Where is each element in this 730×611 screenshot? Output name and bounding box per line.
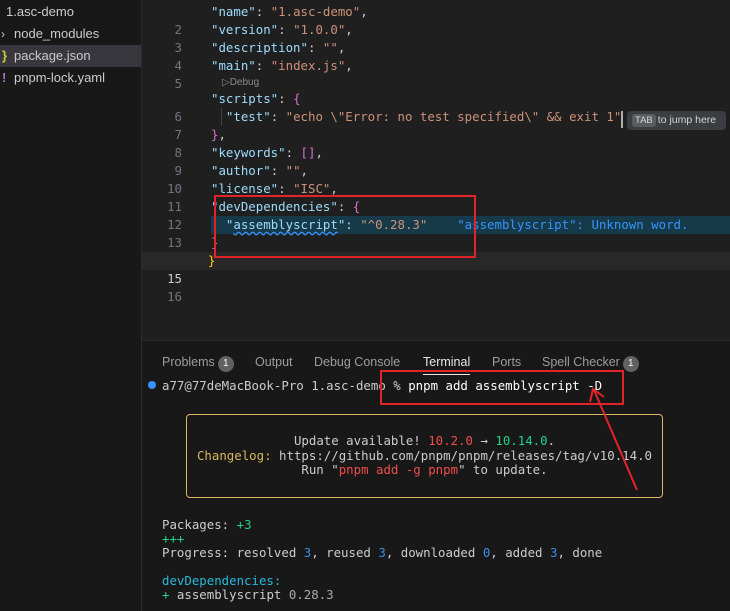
code-line[interactable]: 2 "name": "1.asc-demo", — [142, 3, 730, 37]
code-line[interactable]: 10 "author": "", — [142, 162, 730, 196]
code-line[interactable]: 4 "description": "", — [142, 39, 730, 73]
code-line[interactable]: 16 — [142, 270, 730, 304]
problems-count-badge: 1 — [217, 356, 234, 372]
tab-output[interactable]: Output — [255, 353, 293, 375]
annotation-arrow — [589, 387, 638, 491]
added-dependency-line: + assemblyscript 0.28.3 — [162, 587, 334, 602]
json-file-icon: } — [2, 48, 8, 63]
command-status-dot — [148, 381, 156, 389]
line-number: 16 — [167, 289, 182, 304]
line-text: "description": "", — [211, 40, 346, 55]
tree-item-label: pnpm-lock.yaml — [14, 70, 106, 85]
text-cursor — [621, 111, 623, 128]
progress-line: Progress: resolved 3, reused 3, download… — [162, 545, 603, 560]
line-text: "main": "index.js", — [211, 58, 353, 73]
tab-problems[interactable]: Problems 1 — [162, 353, 234, 375]
code-line[interactable]: 9 "keywords": [], — [142, 144, 730, 178]
line-text: }, — [211, 127, 226, 142]
line-text: "version": "1.0.0", — [211, 22, 353, 37]
tree-item-label: node_modules — [14, 26, 100, 41]
tree-item-pnpm-lock[interactable]: ! pnpm-lock.yaml — [0, 67, 141, 89]
tab-hint-text: to jump here — [657, 114, 717, 126]
annotation-highlight-box — [214, 195, 476, 258]
yaml-file-icon: ! — [2, 70, 7, 85]
code-line[interactable]: 5 "main": "index.js", — [142, 57, 730, 91]
tree-item-package-json[interactable]: } package.json — [0, 45, 141, 67]
tab-jump-hint[interactable]: TAB to jump here — [627, 111, 726, 130]
tree-item-label: package.json — [14, 48, 91, 63]
code-line[interactable]: 3 "version": "1.0.0", — [142, 21, 730, 55]
code-line[interactable]: 6 "scripts": { — [142, 90, 730, 124]
terminal-prompt: a77@77deMacBook-Pro 1.asc-demo % — [162, 378, 409, 393]
chevron-right-icon: › — [1, 27, 5, 41]
explorer-root-folder[interactable]: 1.asc-demo — [0, 1, 141, 23]
tab-key-label: TAB — [632, 114, 656, 127]
line-text: "keywords": [], — [211, 145, 323, 160]
spell-checker-count-badge: 1 — [622, 356, 639, 372]
debug-codelens[interactable]: ▷Debug — [222, 77, 259, 88]
line-text: "name": "1.asc-demo", — [211, 4, 368, 19]
line-text: "scripts": { — [211, 91, 301, 106]
explorer-sidebar: 1.asc-demo › node_modules } package.json… — [0, 0, 142, 611]
inline-diagnostic: "assemblyscript": Unknown word. — [457, 217, 689, 232]
tree-item-label: 1.asc-demo — [6, 4, 74, 19]
line-text: "test": "echo \"Error: no test specified… — [225, 109, 622, 124]
line-text: "author": "", — [211, 163, 308, 178]
tree-item-node-modules[interactable]: › node_modules — [0, 23, 141, 45]
code-editor[interactable]: 2 "name": "1.asc-demo", 3 "version": "1.… — [142, 0, 730, 340]
